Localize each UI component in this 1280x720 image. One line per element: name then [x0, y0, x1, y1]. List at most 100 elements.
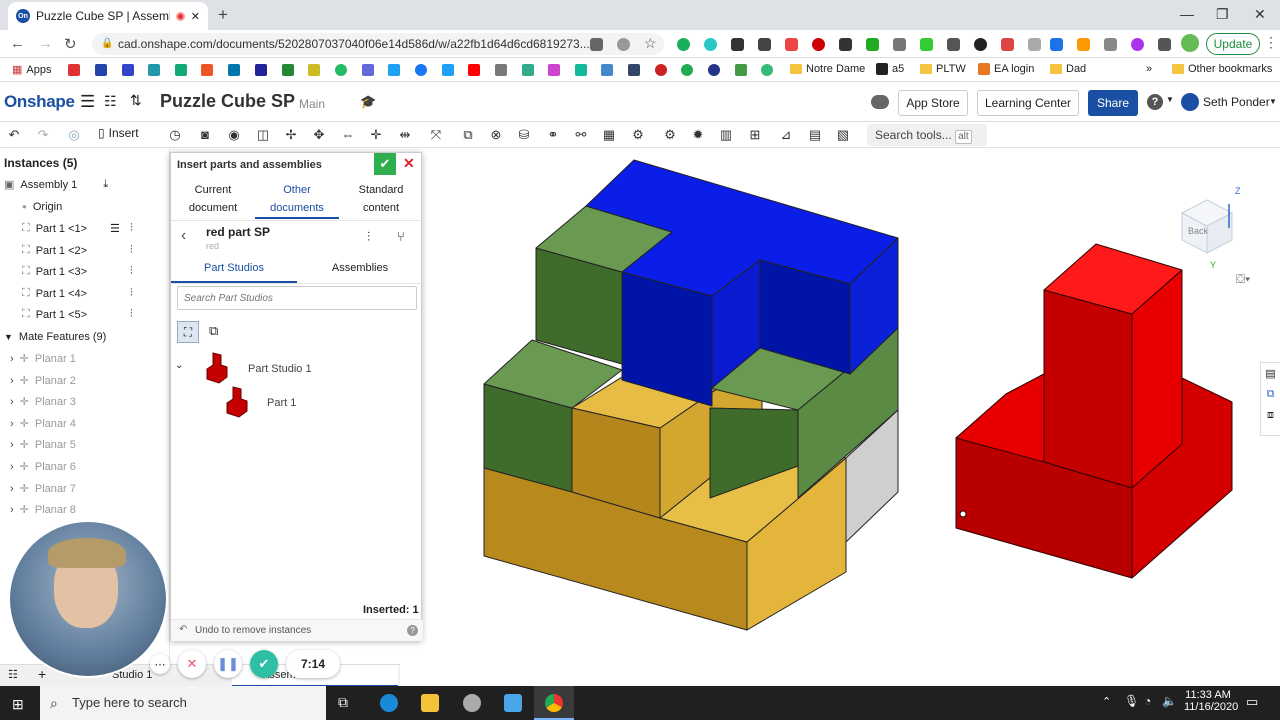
insert-button[interactable]: ▯ Insert	[98, 126, 139, 140]
more-options-icon[interactable]: ⋯	[150, 654, 170, 674]
close-dialog-button[interactable]: ✕	[403, 155, 415, 172]
extension-icon[interactable]	[893, 38, 906, 51]
share-button[interactable]: Share	[1088, 90, 1138, 116]
tool-icon[interactable]: ⧉	[459, 126, 477, 144]
clock[interactable]: 11:33 AM 11/16/2020	[1184, 689, 1238, 713]
extension-icon[interactable]	[785, 38, 798, 51]
volume-icon[interactable]: 🔈	[1162, 694, 1177, 708]
instance-item[interactable]: ⛶ Part 1 <5> ⫶	[22, 304, 168, 325]
appearance-panel-icon[interactable]: ▤	[1261, 367, 1280, 380]
bookmark-icon[interactable]	[495, 64, 507, 76]
part-studio-thumbnail[interactable]	[203, 351, 231, 385]
revolute-mate-icon[interactable]: ✥	[310, 126, 328, 144]
star-icon[interactable]: ☆	[644, 35, 657, 52]
chevron-down-icon[interactable]: ▼	[1166, 95, 1174, 104]
finish-recording-button[interactable]: ✔	[250, 650, 278, 678]
instances-header[interactable]: Instances (5)	[4, 152, 77, 173]
subtab-part-studios[interactable]: Part Studios	[171, 259, 297, 283]
redo-icon[interactable]: ↷	[34, 126, 52, 144]
chevron-down-icon[interactable]: ▼	[1269, 97, 1277, 106]
gear-icon[interactable]: ⚙	[661, 126, 679, 144]
bookmark-icon[interactable]	[255, 64, 267, 76]
minimize-button[interactable]: —	[1180, 6, 1194, 22]
planar-mate-icon[interactable]: ✛	[367, 126, 385, 144]
mate-item[interactable]: › ✛ Planar 2	[10, 370, 76, 391]
versions-icon[interactable]: ⇅	[130, 92, 142, 109]
reload-icon[interactable]: ↻	[64, 35, 77, 53]
bookmark-pltw[interactable]: PLTW	[920, 63, 966, 75]
puzzle-extensions-icon[interactable]	[1158, 38, 1171, 51]
tool-icon[interactable]: ◙	[196, 126, 214, 144]
notifications-icon[interactable]: ▭	[1246, 694, 1258, 710]
slider-mate-icon[interactable]: ⇔	[339, 126, 357, 144]
assembly-node[interactable]: ▣ Assembly 1 ⤓	[4, 174, 108, 195]
microphone-icon[interactable]: 🎙	[1124, 694, 1139, 708]
browser-menu-icon[interactable]: ⋮	[1264, 34, 1278, 51]
extension-icon[interactable]	[1131, 38, 1144, 51]
pause-recording-button[interactable]: ❚❚	[214, 650, 242, 678]
thumbnail-view-icon[interactable]: ⧉	[209, 323, 218, 339]
undo-icon[interactable]: ↶	[179, 624, 187, 635]
chrome-taskbar-button[interactable]	[534, 686, 574, 720]
tool-icon[interactable]: ▥	[717, 126, 735, 144]
mate-item[interactable]: › ✛ Planar 1	[10, 348, 76, 369]
gear-icon[interactable]: ✹	[689, 126, 707, 144]
onshape-logo[interactable]: Onshape	[4, 92, 75, 112]
url-field[interactable]: 🔒 cad.onshape.com/documents/520280703704…	[92, 33, 664, 55]
branch-icon[interactable]: ⑂	[397, 229, 405, 244]
mate-item[interactable]: › ✛ Planar 7	[10, 478, 76, 499]
feature-list-icon[interactable]: ☷	[104, 93, 117, 110]
instance-item[interactable]: ⛶ Part 1 <1> ☰ ⫶	[22, 218, 168, 239]
app-icon[interactable]	[463, 694, 481, 712]
comments-icon[interactable]	[871, 95, 889, 109]
other-bookmarks[interactable]: Other bookmarks	[1172, 63, 1272, 75]
key-icon[interactable]	[617, 38, 630, 51]
tool-icon[interactable]: ⇹	[396, 126, 414, 144]
bookmark-dad[interactable]: Dad	[1050, 63, 1086, 75]
document-title[interactable]: Puzzle Cube SP	[160, 91, 295, 112]
bookmark-icon[interactable]	[735, 64, 747, 76]
instance-item[interactable]: ⛶ Part 1 <2> ⫶	[22, 240, 168, 261]
extension-icon[interactable]	[866, 38, 879, 51]
part-thumbnail[interactable]	[223, 385, 251, 419]
part-studio-label[interactable]: Part Studio 1	[248, 363, 312, 375]
part-label[interactable]: Part 1	[267, 397, 296, 409]
new-tab-button[interactable]: +	[218, 5, 228, 25]
tool-icon[interactable]: ▦	[600, 126, 618, 144]
profile-avatar[interactable]	[1181, 34, 1199, 52]
tool-icon[interactable]: ⚯	[572, 126, 590, 144]
bookmark-icon[interactable]	[548, 64, 560, 76]
bookmark-icon[interactable]	[362, 64, 374, 76]
help-icon[interactable]: ?	[1147, 94, 1163, 110]
drive-icon[interactable]	[175, 64, 187, 76]
extension-icon[interactable]	[920, 38, 933, 51]
windows-start-icon[interactable]: ⊞	[12, 696, 24, 713]
app-store-button[interactable]: App Store	[898, 90, 968, 116]
bookmark-icon[interactable]	[335, 64, 347, 76]
extension-icon[interactable]	[1001, 38, 1014, 51]
bookmark-ea-login[interactable]: EA login	[978, 63, 1034, 75]
learning-center-button[interactable]: Learning Center	[977, 90, 1079, 116]
tab-manager-icon[interactable]: ☷	[8, 668, 18, 681]
tool-icon[interactable]: ▧	[834, 126, 852, 144]
camera-icon[interactable]	[590, 38, 603, 51]
bookmark-icon[interactable]	[601, 64, 613, 76]
add-tab-icon[interactable]: +	[38, 666, 46, 682]
forward-icon[interactable]: →	[38, 35, 53, 52]
mate-item[interactable]: › ✛ Planar 5	[10, 434, 76, 455]
pin-icon[interactable]: ⤓	[103, 178, 108, 191]
bookmark-icon[interactable]	[522, 64, 534, 76]
back-icon[interactable]: ←	[10, 35, 25, 52]
tab-current-document[interactable]: Current document	[171, 181, 255, 217]
tool-icon[interactable]: ⤧	[427, 126, 445, 144]
tool-icon[interactable]: ▤	[806, 126, 824, 144]
extension-icon[interactable]	[1028, 38, 1041, 51]
restore-button[interactable]: ❐	[1216, 6, 1229, 23]
browser-tab[interactable]: On Puzzle Cube SP | Assembly 1 ✕	[8, 2, 208, 30]
chevron-down-icon[interactable]: ⌄	[175, 360, 183, 371]
add-instance-icon[interactable]: ⫶	[367, 229, 370, 245]
subtab-assemblies[interactable]: Assemblies	[297, 259, 423, 277]
mate-item[interactable]: › ✛ Planar 4	[10, 413, 76, 434]
origin-node[interactable]: ● Origin	[22, 196, 62, 217]
app-icon[interactable]	[504, 694, 522, 712]
